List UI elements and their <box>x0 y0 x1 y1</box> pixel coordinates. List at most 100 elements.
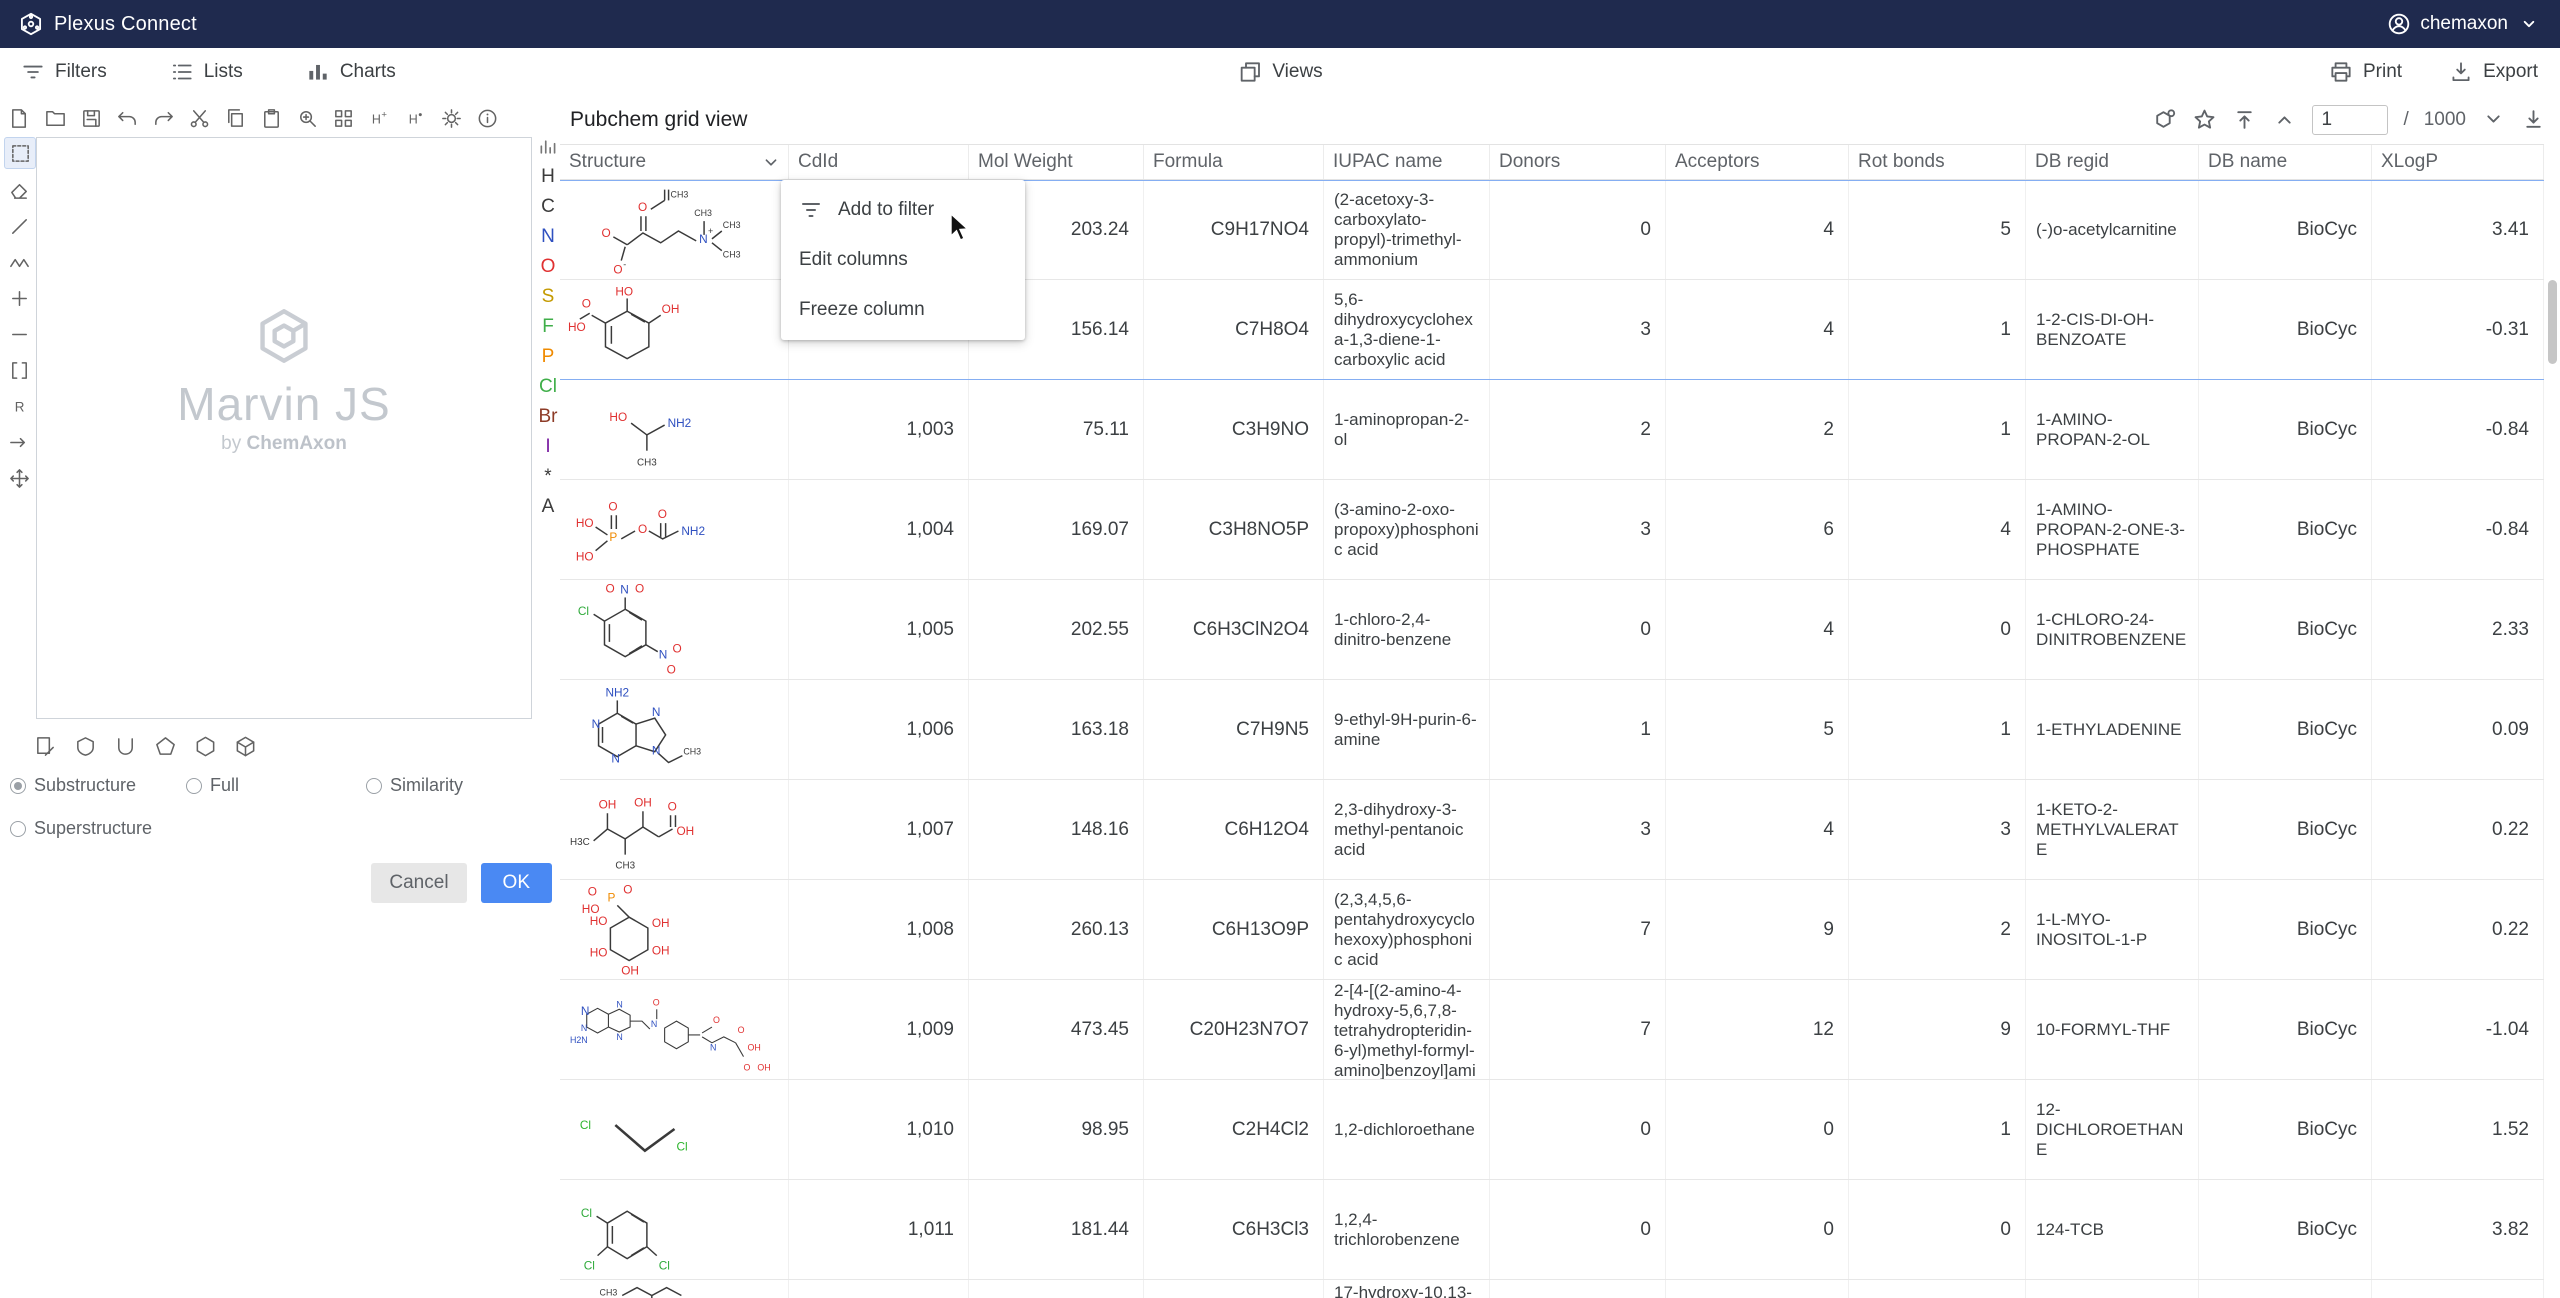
favorite-star-icon[interactable] <box>2192 107 2217 132</box>
editor-settings-button[interactable] <box>436 103 466 133</box>
reaction-arrow-button[interactable] <box>4 427 34 457</box>
element-i[interactable]: I <box>545 436 550 457</box>
table-row[interactable]: NN NN H2N N O O N OOH OOH 1,009473.45C20… <box>560 980 2544 1080</box>
cell-db_name: BioCyc <box>2199 680 2372 779</box>
bracket-tool-button[interactable] <box>4 355 34 385</box>
last-page-icon[interactable] <box>2521 107 2546 132</box>
element-s[interactable]: S <box>542 286 555 307</box>
search-mode-similarity[interactable]: Similarity <box>366 775 530 796</box>
scrollbar-thumb[interactable] <box>2548 280 2557 364</box>
save-button[interactable] <box>76 103 106 133</box>
charge-minus-button[interactable] <box>4 319 34 349</box>
selection-tool-button[interactable] <box>4 137 36 169</box>
editor-info-button[interactable] <box>472 103 502 133</box>
table-row[interactable]: CH3 17-hydroxy-10,13-dimethyl- <box>560 1280 2544 1298</box>
svg-text:H: H <box>371 112 380 126</box>
previous-page-icon[interactable] <box>2272 107 2297 132</box>
column-header-acceptors[interactable]: Acceptors <box>1666 145 1849 179</box>
table-row[interactable]: Cl Cl 1,01098.95C2H4Cl21,2-dichloroethan… <box>560 1080 2544 1180</box>
table-row[interactable]: NN NN NH2 CH3 1,006163.18C7H9N59-ethyl-9… <box>560 680 2544 780</box>
element-cl[interactable]: Cl <box>539 376 557 397</box>
cut-button[interactable] <box>184 103 214 133</box>
svg-text:O: O <box>673 641 682 655</box>
template-cube-button[interactable] <box>230 731 260 761</box>
bond-tool-button[interactable] <box>4 211 34 241</box>
page-input[interactable] <box>2312 105 2388 135</box>
ok-button[interactable]: OK <box>481 863 552 903</box>
add-hydrogen-button[interactable]: H+ <box>364 103 394 133</box>
table-row[interactable]: P OOHO OHOH OHHOHO 1,008260.13C6H13O9P(2… <box>560 880 2544 980</box>
filters-button[interactable]: Filters <box>20 59 107 85</box>
template-cyclohexane-button[interactable] <box>190 731 220 761</box>
cell-text: 1-L-MYO-INOSITOL-1-P <box>2036 910 2188 950</box>
rgroup-tool-button[interactable]: R <box>4 391 34 421</box>
column-header-formula[interactable]: Formula <box>1144 145 1324 179</box>
align-button[interactable] <box>328 103 358 133</box>
column-menu-caret-icon[interactable] <box>760 151 782 173</box>
print-button[interactable]: Print <box>2328 59 2402 85</box>
column-header-mol-weight[interactable]: Mol Weight <box>969 145 1144 179</box>
element-h[interactable]: H <box>541 166 555 187</box>
lists-button[interactable]: Lists <box>169 59 243 85</box>
table-row[interactable]: Cl N OO N OO 1,005202.55C6H3ClN2O41-chlo… <box>560 580 2544 680</box>
column-header-cdid[interactable]: CdId <box>789 145 969 179</box>
structure-display-icon[interactable] <box>2152 107 2177 132</box>
table-row[interactable]: Cl Cl Cl 1,011181.44C6H3Cl31,2,4-trichlo… <box>560 1180 2544 1280</box>
implicit-hydrogen-button[interactable]: H <box>400 103 430 133</box>
cell-mw: 260.13 <box>969 880 1144 979</box>
table-row[interactable]: P HO HO O O O NH2 1,004169.07C3H8NO5P(3-… <box>560 480 2544 580</box>
eraser-tool-button[interactable] <box>4 175 34 205</box>
menu-item-freeze-column[interactable]: Freeze column <box>781 285 1025 335</box>
cell-text: 17-hydroxy-10,13-dimethyl- <box>1334 1283 1479 1298</box>
template-library-button[interactable] <box>30 731 60 761</box>
element-c[interactable]: C <box>541 196 555 217</box>
column-header-xlogp[interactable]: XLogP <box>2372 145 2544 179</box>
element-f[interactable]: F <box>542 316 554 337</box>
column-header-db-regid[interactable]: DB regid <box>2026 145 2199 179</box>
element-o[interactable]: O <box>541 256 556 277</box>
cancel-button[interactable]: Cancel <box>371 863 466 903</box>
periodic-table-icon[interactable] <box>538 137 558 157</box>
copy-button[interactable] <box>220 103 250 133</box>
new-document-button[interactable] <box>4 103 34 133</box>
table-row[interactable]: HO NH2 CH3 1,00375.11C3H9NO1-aminopropan… <box>560 380 2544 480</box>
move-tool-button[interactable] <box>4 463 34 493</box>
column-header-db-name[interactable]: DB name <box>2199 145 2372 179</box>
redo-button[interactable] <box>148 103 178 133</box>
svg-text:+: + <box>708 226 713 236</box>
first-page-icon[interactable] <box>2232 107 2257 132</box>
element-br[interactable]: Br <box>539 406 558 427</box>
template-cup-button[interactable] <box>110 731 140 761</box>
user-menu[interactable]: chemaxon <box>2386 11 2542 37</box>
column-header-rot-bonds[interactable]: Rot bonds <box>1849 145 2026 179</box>
drawing-canvas[interactable]: Marvin JS by ChemAxon <box>36 137 532 719</box>
column-header-donors[interactable]: Donors <box>1490 145 1666 179</box>
open-button[interactable] <box>40 103 70 133</box>
undo-button[interactable] <box>112 103 142 133</box>
template-cyclopentane-button[interactable] <box>150 731 180 761</box>
chain-tool-button[interactable] <box>4 247 34 277</box>
search-mode-superstructure[interactable]: Superstructure <box>10 818 186 839</box>
grid-scrollbar[interactable] <box>2546 275 2558 1298</box>
cell-db_name: BioCyc <box>2199 480 2372 579</box>
element-any[interactable]: * <box>544 466 551 487</box>
search-mode-full[interactable]: Full <box>186 775 366 796</box>
export-button[interactable]: Export <box>2448 59 2538 85</box>
column-header-structure[interactable]: Structure <box>560 145 789 179</box>
menu-item-add-to-filter[interactable]: Add to filter <box>781 185 1025 235</box>
charge-plus-button[interactable] <box>4 283 34 313</box>
search-mode-substructure[interactable]: Substructure <box>10 775 186 796</box>
table-row[interactable]: H3C OH OH OOH CH3 1,007148.16C6H12O42,3-… <box>560 780 2544 880</box>
cell-text: -1.04 <box>2486 1019 2529 1041</box>
next-page-icon[interactable] <box>2481 107 2506 132</box>
element-p[interactable]: P <box>542 346 555 367</box>
views-button[interactable]: Views <box>1237 59 1322 85</box>
zoom-button[interactable] <box>292 103 322 133</box>
menu-item-edit-columns[interactable]: Edit columns <box>781 235 1025 285</box>
template-cyclopentadiene-button[interactable] <box>70 731 100 761</box>
element-a[interactable]: A <box>542 496 555 517</box>
paste-button[interactable] <box>256 103 286 133</box>
column-header-iupac-name[interactable]: IUPAC name <box>1324 145 1490 179</box>
element-n[interactable]: N <box>541 226 555 247</box>
charts-button[interactable]: Charts <box>305 59 396 85</box>
